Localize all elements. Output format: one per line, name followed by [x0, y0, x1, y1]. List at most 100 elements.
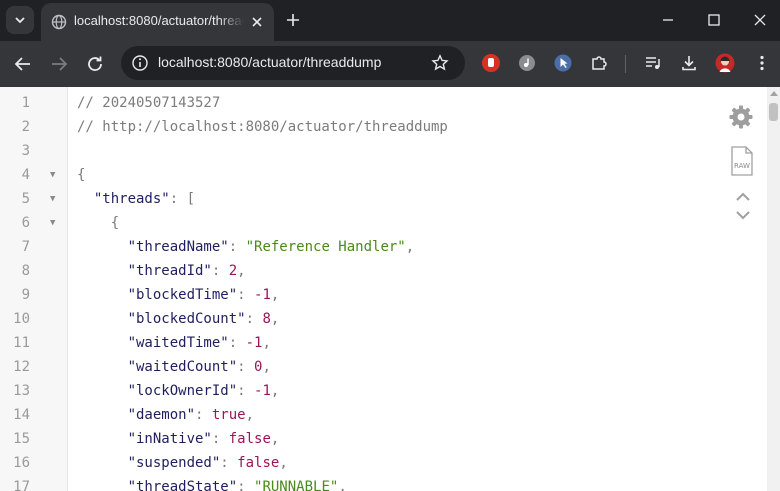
token-punc: { — [77, 167, 86, 183]
extensions-puzzle-icon[interactable] — [589, 53, 609, 73]
token-punc: , — [262, 359, 271, 375]
code-text: { — [77, 211, 119, 235]
code-text: { — [77, 163, 85, 187]
line-number: 17 — [13, 479, 30, 491]
code-text: // http://localhost:8080/actuator/thread… — [77, 115, 448, 139]
more-menu-icon[interactable] — [752, 53, 772, 73]
code-text: "threadName": "Reference Handler", — [77, 235, 415, 259]
line-number: 9 — [21, 287, 30, 303]
token-key: "lockOwnerId" — [127, 383, 238, 399]
code-text: "threads": [ — [77, 187, 195, 211]
token-num: 2 — [228, 263, 238, 279]
toolbar-divider — [625, 55, 626, 73]
code-line: 17 "threadState": "RUNNABLE", — [0, 475, 767, 491]
code-text: "blockedTime": -1, — [77, 283, 280, 307]
token-punc: : — [211, 431, 229, 447]
tab-title: localhost:8080/actuator/threaddump — [74, 13, 244, 28]
code-line: 11 "waitedTime": -1, — [0, 331, 767, 355]
code-text: "lockOwnerId": -1, — [77, 379, 280, 403]
token-num: 8 — [262, 311, 271, 327]
line-number: 16 — [13, 455, 30, 471]
close-window-icon[interactable] — [750, 10, 770, 30]
token-str: "Reference Handler" — [245, 239, 406, 255]
raw-label: RAW — [734, 162, 750, 170]
download-icon[interactable] — [679, 53, 699, 73]
token-key: "waitedTime" — [127, 335, 229, 351]
globe-icon — [51, 14, 67, 30]
token-key: "blockedTime" — [127, 287, 238, 303]
maximize-icon[interactable] — [704, 10, 724, 30]
code-text: "blockedCount": 8, — [77, 307, 280, 331]
token-num: -1 — [245, 335, 263, 351]
active-tab[interactable]: localhost:8080/actuator/threaddump — [41, 3, 274, 41]
token-key: "inNative" — [127, 431, 212, 447]
fold-toggle-icon[interactable]: ▼ — [50, 187, 55, 211]
scroll-thumb[interactable] — [769, 103, 778, 121]
code-line: 12 "waitedCount": 0, — [0, 355, 767, 379]
code-text: "waitedCount": 0, — [77, 355, 271, 379]
code-line: 5 ▼ "threads": [ — [0, 187, 767, 211]
code-line: 14 "daemon": true, — [0, 403, 767, 427]
raw-icon[interactable]: RAW — [729, 145, 755, 177]
token-key: "waitedCount" — [127, 359, 238, 375]
tab-strip: localhost:8080/actuator/threaddump — [0, 0, 780, 41]
token-punc: { — [110, 215, 120, 231]
token-bool: true — [211, 407, 246, 423]
token-punc: : — [237, 383, 255, 399]
back-arrow-icon[interactable] — [11, 52, 35, 76]
line-number: 1 — [21, 95, 30, 111]
line-number: 13 — [13, 383, 30, 399]
token-key: "threadId" — [127, 263, 212, 279]
reload-icon[interactable] — [83, 52, 107, 76]
new-tab-icon[interactable] — [284, 11, 302, 29]
stop-hand-extension-icon[interactable] — [481, 53, 501, 73]
site-info-icon[interactable] — [131, 54, 149, 72]
profile-avatar-icon[interactable] — [715, 53, 735, 73]
chevron-up-icon[interactable] — [734, 191, 752, 203]
token-key: "suspended" — [127, 455, 221, 471]
close-tab-icon[interactable] — [249, 14, 265, 30]
code-line: 6 ▼ { — [0, 211, 767, 235]
bookmark-star-icon[interactable] — [431, 54, 449, 72]
token-bool: false — [237, 455, 280, 471]
token-key: "threads" — [93, 191, 170, 207]
code-text: "threadState": "RUNNABLE", — [77, 475, 347, 491]
line-number: 11 — [13, 335, 30, 351]
vertical-scrollbar[interactable] — [767, 87, 780, 491]
chevron-down-icon[interactable] — [734, 209, 752, 221]
url-text[interactable]: localhost:8080/actuator/threaddump — [158, 54, 381, 70]
forward-arrow-icon[interactable] — [47, 52, 71, 76]
token-punc: : — [237, 359, 255, 375]
fold-toggle-icon[interactable]: ▼ — [50, 211, 55, 235]
gear-icon[interactable] — [727, 103, 755, 131]
token-punc: : — [237, 287, 255, 303]
scroll-up-arrow[interactable] — [770, 91, 778, 96]
token-key: "daemon" — [127, 407, 196, 423]
line-number: 15 — [13, 431, 30, 447]
music-extension-icon[interactable] — [517, 53, 537, 73]
media-queue-icon[interactable] — [643, 53, 663, 73]
address-bar[interactable]: localhost:8080/actuator/threaddump — [121, 46, 465, 80]
code-text: "daemon": true, — [77, 403, 254, 427]
code-line: 4 ▼ { — [0, 163, 767, 187]
code-line: 2 // http://localhost:8080/actuator/threa… — [0, 115, 767, 139]
tab-search-button[interactable] — [6, 6, 34, 34]
line-number: 3 — [21, 143, 30, 159]
token-punc: , — [405, 239, 415, 255]
token-str: "RUNNABLE" — [254, 479, 339, 491]
token-punc: : — [228, 335, 246, 351]
cursor-extension-icon[interactable] — [553, 53, 573, 73]
token-comment: // 20240507143527 — [77, 95, 221, 111]
minimize-icon[interactable] — [658, 10, 678, 30]
token-punc: : — [211, 263, 229, 279]
code-text: // 20240507143527 — [77, 91, 220, 115]
fold-toggle-icon[interactable]: ▼ — [50, 163, 55, 187]
